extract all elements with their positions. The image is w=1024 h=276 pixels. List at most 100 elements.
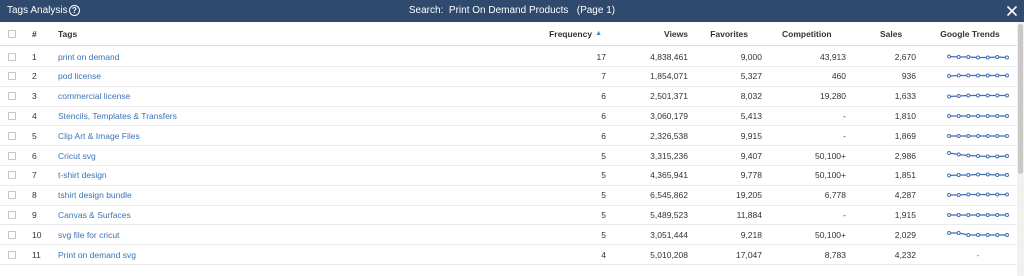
row-number: 8 — [32, 190, 37, 201]
google-trends-cell[interactable] — [940, 146, 1016, 165]
tag-link[interactable]: Stencils, Templates & Transfers — [58, 106, 177, 125]
trend-sparkline — [947, 230, 1009, 237]
tag-link[interactable]: svg file for cricut — [58, 225, 119, 244]
table-row[interactable]: 8 tshirt design bundle 5 6,545,862 19,205 6,7… — [0, 186, 1017, 206]
table-row[interactable]: 7 t-shirt design 5 4,365,941 9,778 50,100+ 1,8… — [0, 166, 1017, 186]
row-checkbox-cell — [8, 126, 16, 145]
table-row[interactable]: 10 svg file for cricut 5 3,051,444 9,218 50,1… — [0, 225, 1017, 246]
table-header: # Tags Frequency ▲︎ Views Favorites Comp… — [0, 22, 1017, 46]
google-trends-cell[interactable] — [940, 106, 1016, 125]
tag-link[interactable]: Clip Art & Image Files — [58, 126, 140, 145]
row-checkbox[interactable] — [8, 191, 16, 200]
header-competition[interactable]: Competition — [782, 22, 832, 45]
tag-link[interactable]: Cricut svg — [58, 146, 96, 165]
google-trends-cell[interactable] — [940, 47, 1016, 66]
sales-value: 2,670 — [894, 51, 916, 62]
sales-value: 4,232 — [894, 249, 916, 260]
trend-point — [966, 232, 971, 237]
table-row[interactable]: 5 Clip Art & Image Files 6 2,326,538 9,915 - 1… — [0, 126, 1017, 147]
tag-link[interactable]: Print on demand svg — [58, 245, 136, 264]
competition-value: 460 — [831, 71, 846, 82]
trend-point — [947, 212, 951, 217]
favorites-value: 9,407 — [740, 150, 762, 161]
google-trends-cell[interactable] — [940, 166, 1016, 185]
trend-point — [947, 94, 951, 99]
trend-point — [976, 172, 980, 177]
row-checkbox[interactable] — [8, 52, 16, 61]
table-row[interactable]: 2 pod license 7 1,854,071 5,327 460 936 — [0, 67, 1017, 87]
table-row[interactable]: 1 print on demand 17 4,838,461 9,000 43,913 2,… — [0, 47, 1017, 67]
trend-point — [995, 73, 1000, 78]
tag-link[interactable]: pod license — [58, 67, 101, 86]
header-frequency[interactable]: Frequency ▲︎ — [530, 22, 602, 45]
google-trends-cell[interactable] — [940, 67, 1016, 86]
row-checkbox[interactable] — [8, 111, 16, 120]
google-trends-cell[interactable] — [940, 205, 1016, 224]
table-row[interactable]: 9 Canvas & Surfaces 5 5,489,523 11,884 - 1,915 — [0, 205, 1017, 226]
row-checkbox[interactable] — [8, 210, 16, 219]
row-checkbox[interactable] — [8, 151, 16, 160]
trend-point — [1005, 55, 1009, 59]
row-checkbox-cell — [8, 205, 16, 224]
google-trends-cell[interactable] — [940, 225, 1016, 244]
trend-sparkline — [947, 133, 1009, 138]
scrollbar-thumb[interactable] — [1018, 24, 1023, 174]
trend-point — [1005, 173, 1009, 178]
row-checkbox-cell — [8, 225, 16, 244]
competition-value: - — [843, 209, 846, 220]
trend-point — [966, 212, 971, 217]
tag-link[interactable]: t-shirt design — [58, 166, 107, 185]
sales-value: 2,986 — [894, 150, 916, 161]
header-tags[interactable]: Tags — [58, 22, 77, 45]
header-google-trends: Google Trends — [940, 28, 1000, 39]
row-checkbox-cell — [8, 87, 16, 106]
google-trends-cell[interactable] — [940, 126, 1016, 145]
favorites-value: 17,047 — [736, 249, 762, 260]
views-value: 3,051,444 — [650, 229, 688, 240]
row-checkbox[interactable] — [8, 92, 16, 101]
trend-point — [985, 172, 990, 177]
table-row[interactable]: 6 Cricut svg 5 3,315,236 9,407 50,100+ 2,986 — [0, 146, 1017, 166]
trend-point — [976, 212, 980, 217]
vertical-scrollbar[interactable] — [1017, 22, 1024, 276]
trend-point — [985, 232, 990, 237]
competition-value: 50,100+ — [815, 229, 846, 240]
views-value: 4,365,941 — [650, 170, 688, 181]
close-icon[interactable] — [1006, 5, 1018, 17]
tag-link[interactable]: print on demand — [58, 47, 119, 66]
trend-point — [1005, 153, 1009, 158]
row-checkbox[interactable] — [8, 131, 16, 140]
sales-value: 2,029 — [894, 229, 916, 240]
trend-sparkline — [947, 113, 1009, 118]
google-trends-cell[interactable] — [940, 186, 1016, 205]
trend-point — [976, 133, 980, 138]
google-trends-cell[interactable]: - — [940, 245, 1016, 264]
trend-point — [956, 133, 961, 138]
row-checkbox[interactable] — [8, 250, 16, 259]
tag-link[interactable]: commercial license — [58, 87, 130, 106]
header-views[interactable]: Views — [610, 22, 688, 45]
trend-point — [956, 152, 961, 156]
tag-link[interactable]: tshirt design bundle — [58, 186, 132, 205]
table-row[interactable]: 3 commercial license 6 2,501,371 8,032 19,280… — [0, 87, 1017, 107]
select-all-checkbox[interactable] — [8, 29, 16, 38]
trend-point — [1005, 93, 1009, 98]
table-row[interactable]: 11 Print on demand svg 4 5,010,208 17,047 8,7… — [0, 245, 1017, 265]
row-checkbox[interactable] — [8, 171, 16, 180]
trend-point — [995, 212, 1000, 217]
header-favorites[interactable]: Favorites — [690, 22, 748, 45]
favorites-value: 9,778 — [740, 170, 762, 181]
row-number: 10 — [32, 229, 42, 240]
trend-point — [985, 93, 990, 98]
tag-link[interactable]: Canvas & Surfaces — [58, 205, 131, 224]
trend-point — [956, 230, 961, 235]
row-checkbox[interactable] — [8, 72, 16, 81]
competition-value: 50,100+ — [815, 150, 846, 161]
favorites-value: 5,413 — [740, 110, 762, 121]
trend-point — [995, 54, 1000, 59]
trend-point — [947, 133, 951, 138]
table-row[interactable]: 4 Stencils, Templates & Transfers 6 3,060,1… — [0, 106, 1017, 127]
google-trends-cell[interactable] — [940, 87, 1016, 106]
row-checkbox[interactable] — [8, 230, 16, 239]
header-sales[interactable]: Sales — [880, 22, 902, 45]
